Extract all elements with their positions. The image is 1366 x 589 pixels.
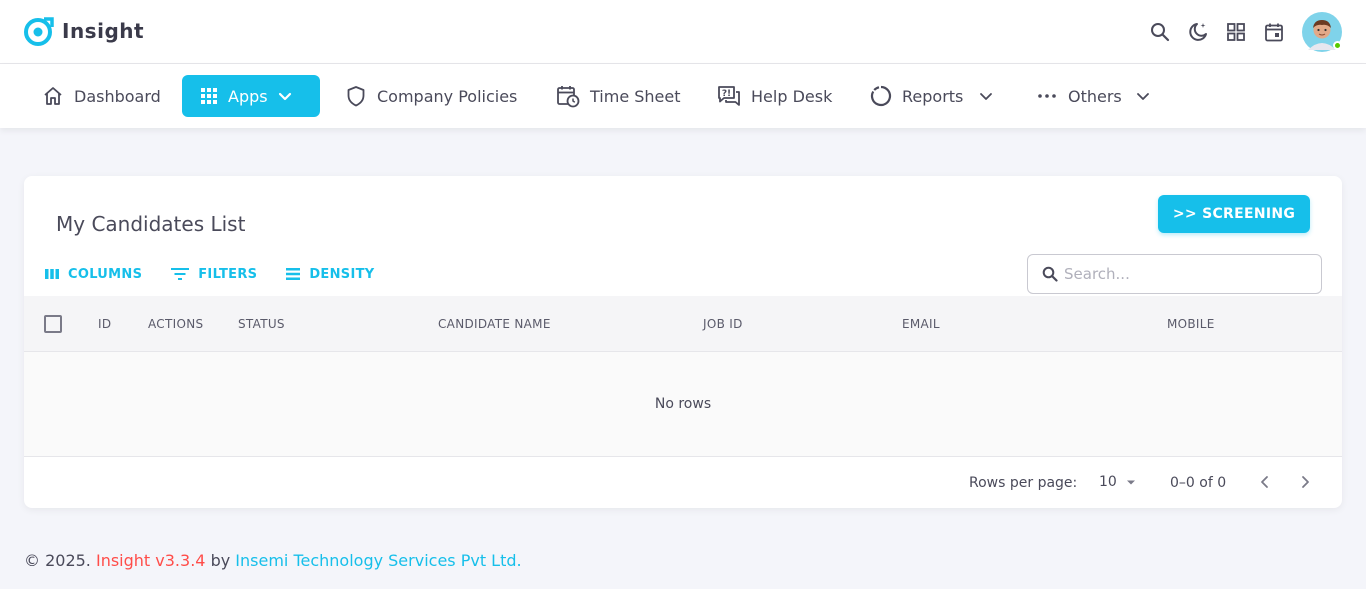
table-header: ID ACTIONS STATUS CANDIDATE NAME JOB ID … xyxy=(24,296,1342,352)
column-header-candidate-name[interactable]: CANDIDATE NAME xyxy=(438,317,551,331)
table-pagination: Rows per page: 10 0–0 of 0 xyxy=(24,457,1342,508)
nav-company-policies[interactable]: Company Policies xyxy=(345,75,517,117)
calendar-icon[interactable] xyxy=(1262,20,1286,44)
rows-per-page-value: 10 xyxy=(1099,474,1117,490)
grid-toolbar: COLUMNS FILTERS DENSITY xyxy=(44,266,402,282)
shortcuts-icon[interactable] xyxy=(1224,20,1248,44)
columns-icon xyxy=(45,269,59,279)
search-box[interactable] xyxy=(1027,254,1322,294)
home-icon xyxy=(44,87,62,105)
nav-time-sheet-label: Time Sheet xyxy=(590,86,681,106)
filter-icon xyxy=(171,268,190,280)
page-footer: © 2025. Insight v3.3.4 by Insemi Technol… xyxy=(24,551,522,570)
filters-label: FILTERS xyxy=(198,266,258,282)
top-bar: Insight xyxy=(0,0,1366,64)
search-input[interactable] xyxy=(1064,265,1304,283)
column-header-email[interactable]: EMAIL xyxy=(902,317,940,331)
chevron-down-icon xyxy=(278,92,291,101)
dropdown-arrow-icon xyxy=(1126,480,1135,485)
app-name: Insight xyxy=(62,19,145,43)
logo-icon xyxy=(24,17,54,46)
candidates-card: My Candidates List >> SCREENING COLUMNS … xyxy=(24,176,1342,508)
nav-apps-label: Apps xyxy=(228,86,268,106)
copyright-text: © 2025. xyxy=(24,551,91,570)
table-body: No rows xyxy=(24,352,1342,457)
select-all-checkbox[interactable] xyxy=(44,315,62,333)
column-header-id[interactable]: ID xyxy=(98,317,111,331)
company-link[interactable]: Insemi Technology Services Pvt Ltd. xyxy=(235,551,521,570)
nav-others[interactable]: Others xyxy=(1036,75,1152,117)
nav-time-sheet[interactable]: Time Sheet xyxy=(556,75,681,117)
online-status-badge xyxy=(1333,41,1342,50)
density-label: DENSITY xyxy=(309,266,375,282)
chevron-down-icon xyxy=(980,93,993,100)
top-actions xyxy=(1134,12,1342,52)
empty-state-text: No rows xyxy=(654,396,712,412)
page-title: My Candidates List xyxy=(56,212,246,236)
timesheet-icon xyxy=(557,86,580,108)
theme-toggle-icon[interactable] xyxy=(1186,20,1210,44)
next-page-button[interactable] xyxy=(1296,473,1314,495)
nav-others-label: Others xyxy=(1068,86,1122,106)
pagination-range: 0–0 of 0 xyxy=(1170,475,1227,491)
more-icon xyxy=(1038,94,1056,98)
screening-button[interactable]: >> SCREENING xyxy=(1158,195,1310,233)
nav-dashboard-label: Dashboard xyxy=(74,86,161,106)
previous-page-button[interactable] xyxy=(1256,473,1274,495)
nav-company-policies-label: Company Policies xyxy=(377,86,518,106)
density-icon xyxy=(286,268,301,280)
nav-apps[interactable]: Apps xyxy=(182,75,320,117)
nav-dashboard[interactable]: Dashboard xyxy=(42,75,161,117)
help-desk-icon: ?! xyxy=(718,86,740,106)
rows-per-page-select[interactable]: 10 xyxy=(1099,474,1139,490)
main-navigation: Dashboard Apps Company Policies Time She… xyxy=(0,64,1366,128)
reports-icon xyxy=(870,85,892,107)
filters-button[interactable]: FILTERS xyxy=(170,266,257,282)
column-header-mobile[interactable]: MOBILE xyxy=(1167,317,1215,331)
nav-help-desk[interactable]: ?! Help Desk xyxy=(717,75,832,117)
grid-icon xyxy=(201,88,217,104)
avatar[interactable] xyxy=(1302,12,1342,52)
column-header-job-id[interactable]: JOB ID xyxy=(703,317,743,331)
chevron-down-icon xyxy=(1136,93,1149,100)
chevron-left-icon xyxy=(1261,476,1268,488)
app-logo[interactable]: Insight xyxy=(24,16,144,46)
column-header-actions[interactable]: ACTIONS xyxy=(148,317,203,331)
shield-icon xyxy=(347,86,365,107)
search-icon xyxy=(1042,266,1058,282)
density-button[interactable]: DENSITY xyxy=(285,266,374,282)
version-link[interactable]: Insight v3.3.4 xyxy=(96,551,205,570)
by-text: by xyxy=(210,551,231,570)
columns-button[interactable]: COLUMNS xyxy=(44,267,142,282)
columns-label: COLUMNS xyxy=(68,266,143,282)
nav-help-desk-label: Help Desk xyxy=(751,86,833,106)
search-icon[interactable] xyxy=(1148,20,1172,44)
nav-reports[interactable]: Reports xyxy=(870,75,995,117)
rows-per-page-label: Rows per page: xyxy=(969,475,1078,491)
column-header-status[interactable]: STATUS xyxy=(238,317,285,331)
chevron-right-icon xyxy=(1302,476,1309,488)
nav-reports-label: Reports xyxy=(902,86,964,106)
svg-text:?!: ?! xyxy=(722,89,731,99)
